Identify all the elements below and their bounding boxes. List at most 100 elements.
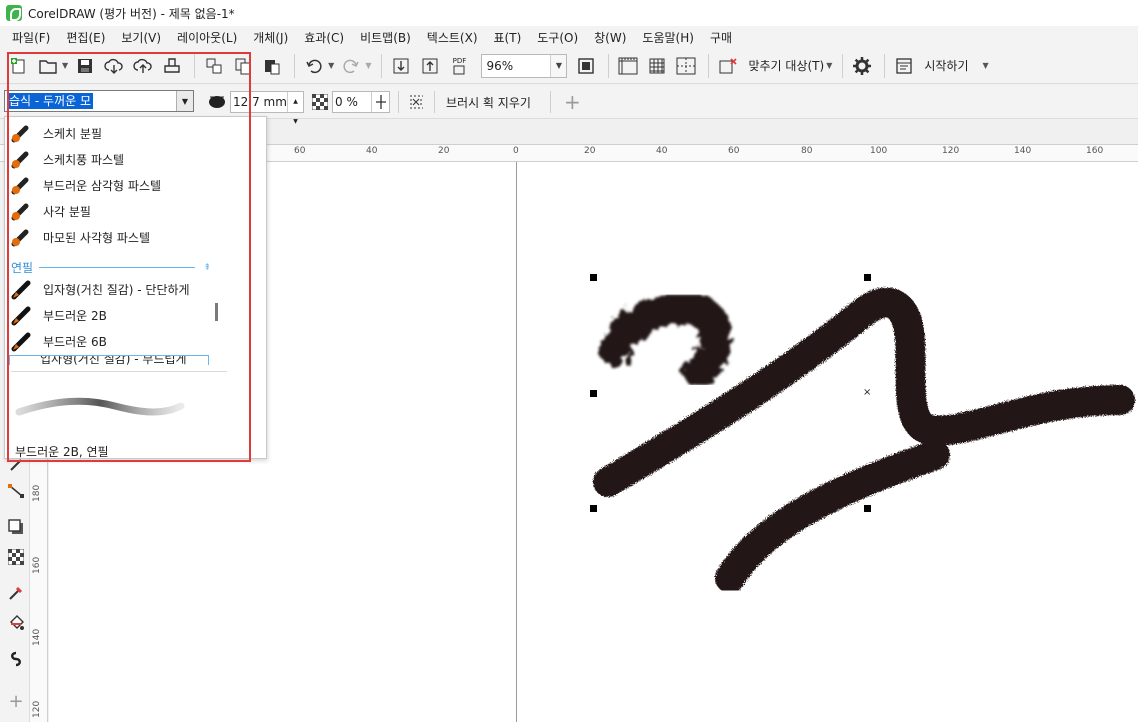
category-label: 연필 xyxy=(11,261,34,275)
list-item[interactable]: 스케치 분필 xyxy=(9,121,102,145)
list-item[interactable]: 부드러운 삼각형 파스텔 xyxy=(9,173,161,197)
category-divider xyxy=(39,267,196,268)
ruler-label: 140 xyxy=(32,628,42,646)
list-item[interactable]: 스케치풍 파스텔 xyxy=(9,147,124,171)
list-item[interactable]: 부드러운 6B xyxy=(9,329,107,353)
propbar-divider xyxy=(550,91,551,113)
cloud-upload-icon[interactable] xyxy=(130,53,156,79)
list-item[interactable]: 마모된 사각형 파스텔 xyxy=(9,225,150,249)
paste-icon[interactable] xyxy=(259,53,285,79)
menu-layout[interactable]: 레이아웃(L) xyxy=(169,29,245,46)
scrollbar-thumb[interactable] xyxy=(215,303,218,321)
size-spinner-icon[interactable]: ▲ ▼ xyxy=(287,92,303,125)
cloud-download-icon[interactable] xyxy=(101,53,127,79)
brush-size-value: 12.7 mm xyxy=(233,95,287,109)
menu-bitmaps[interactable]: 비트맵(B) xyxy=(352,29,419,46)
import-file-icon[interactable] xyxy=(388,53,414,79)
collapse-icon[interactable]: ⇞ xyxy=(203,263,211,273)
gear-icon[interactable] xyxy=(849,53,875,79)
category-header[interactable]: 연필 ⇞ xyxy=(11,259,211,276)
chevron-down-icon[interactable]: ▼ xyxy=(176,91,193,111)
new-document-icon[interactable] xyxy=(6,53,32,79)
save-icon[interactable] xyxy=(72,53,98,79)
zoom-level-field[interactable]: 96% ▼ xyxy=(481,53,568,78)
full-screen-preview-icon[interactable] xyxy=(573,53,599,79)
show-rulers-icon[interactable] xyxy=(615,53,641,79)
add-tool-icon[interactable]: + xyxy=(5,690,27,712)
transparency-slider-icon[interactable] xyxy=(371,92,389,112)
menu-edit[interactable]: 편집(E) xyxy=(58,29,113,46)
selection-handle[interactable] xyxy=(590,274,597,281)
menu-file[interactable]: 파일(F) xyxy=(4,29,58,46)
eyedropper-tool-icon[interactable] xyxy=(5,582,27,604)
export-file-icon[interactable] xyxy=(417,53,443,79)
show-grid-icon[interactable] xyxy=(644,53,670,79)
show-guidelines-icon[interactable] xyxy=(673,53,699,79)
add-property-icon[interactable]: + xyxy=(564,90,581,114)
redo-dropdown-icon[interactable]: ▼ xyxy=(365,61,371,70)
import-icon[interactable] xyxy=(201,53,227,79)
pastel-brush-icon xyxy=(9,122,35,144)
list-item[interactable]: 입자형(거친 질감) - 단단하게 xyxy=(9,277,190,301)
propbar-divider xyxy=(434,91,435,113)
selection-handle[interactable] xyxy=(864,274,871,281)
ruler-label: 60 xyxy=(728,146,740,156)
list-item-label: 입자형(거친 질감) - 단단하게 xyxy=(43,282,190,297)
clear-stroke-button[interactable]: 브러시 획 지우기 xyxy=(446,94,531,111)
title-bar: CorelDRAW (평가 버전) - 제목 없음-1* xyxy=(0,0,1138,26)
menu-buy[interactable]: 구매 xyxy=(702,29,740,46)
pencil-brush-icon xyxy=(9,330,35,352)
smart-fill-tool-icon[interactable] xyxy=(5,648,27,670)
brush-preset-value: 습식 - 두꺼운 모 xyxy=(7,93,94,109)
open-folder-icon[interactable] xyxy=(35,53,61,79)
menu-text[interactable]: 텍스트(X) xyxy=(419,29,486,46)
menu-object[interactable]: 개체(J) xyxy=(245,29,296,46)
selection-handle[interactable] xyxy=(864,505,871,512)
menu-help[interactable]: 도움말(H) xyxy=(634,29,702,46)
selection-handle[interactable] xyxy=(590,505,597,512)
toolbar-divider xyxy=(708,53,710,78)
menu-tools[interactable]: 도구(O) xyxy=(529,29,586,46)
welcome-screen-icon[interactable] xyxy=(891,53,917,79)
list-item[interactable]: 사각 분필 xyxy=(9,199,91,223)
drop-shadow-tool-icon[interactable] xyxy=(5,516,27,538)
open-dropdown-icon[interactable]: ▼ xyxy=(62,61,68,70)
list-item-label: 부드러운 6B xyxy=(43,334,107,349)
selection-handle[interactable] xyxy=(590,390,597,397)
welcome-label[interactable]: 시작하기 xyxy=(924,57,968,74)
redo-icon[interactable] xyxy=(338,53,364,79)
menu-view[interactable]: 보기(V) xyxy=(113,29,169,46)
transparency-value: 0 % xyxy=(335,95,358,109)
pencil-brush-icon xyxy=(9,304,35,326)
undo-icon[interactable] xyxy=(301,53,327,79)
welcome-dropdown-icon[interactable]: ▼ xyxy=(983,61,989,70)
menu-window[interactable]: 창(W) xyxy=(586,29,634,46)
ruler-label: 20 xyxy=(438,146,450,156)
snap-off-icon[interactable] xyxy=(715,53,741,79)
brush-strokes[interactable] xyxy=(560,260,1138,610)
publish-pdf-icon[interactable]: PDF xyxy=(446,53,472,79)
copy-icon[interactable] xyxy=(230,53,256,79)
list-item[interactable]: 부드러운 2B xyxy=(9,303,107,327)
list-item-label: 마모된 사각형 파스텔 xyxy=(43,230,150,245)
brush-preset-combobox[interactable]: 습식 - 두꺼운 모 ▼ xyxy=(4,90,194,112)
ruler-label: 160 xyxy=(1086,146,1104,156)
zoom-dropdown-icon[interactable]: ▼ xyxy=(550,54,567,77)
print-icon[interactable] xyxy=(159,53,185,79)
menu-effects[interactable]: 효과(C) xyxy=(296,29,352,46)
snap-to-label[interactable]: 맞추기 대상(T) xyxy=(748,57,824,74)
brush-preset-dropdown[interactable]: 스케치 분필 스케치풍 파스텔 부드러운 삼각형 파스텔 사각 분필 마모된 사… xyxy=(4,116,267,459)
transparency-field[interactable]: 0 % xyxy=(332,91,390,113)
list-item-partial[interactable]: 입자형(거친 질감) - 부드럽게 xyxy=(9,355,209,365)
undo-dropdown-icon[interactable]: ▼ xyxy=(328,61,334,70)
interactive-fill-tool-icon[interactable] xyxy=(5,612,27,634)
ruler-label: 120 xyxy=(32,700,42,718)
clear-stroke-icon[interactable] xyxy=(407,93,425,114)
list-item-label: 부드러운 삼각형 파스텔 xyxy=(43,178,162,193)
connector-tool-icon[interactable] xyxy=(5,480,27,502)
ruler-label: 180 xyxy=(32,484,42,502)
transparency-tool-icon[interactable] xyxy=(5,546,27,568)
menu-table[interactable]: 표(T) xyxy=(486,29,530,46)
brush-size-field[interactable]: 12.7 mm ▲ ▼ xyxy=(230,91,304,125)
snap-to-dropdown-icon[interactable]: ▼ xyxy=(826,61,832,70)
